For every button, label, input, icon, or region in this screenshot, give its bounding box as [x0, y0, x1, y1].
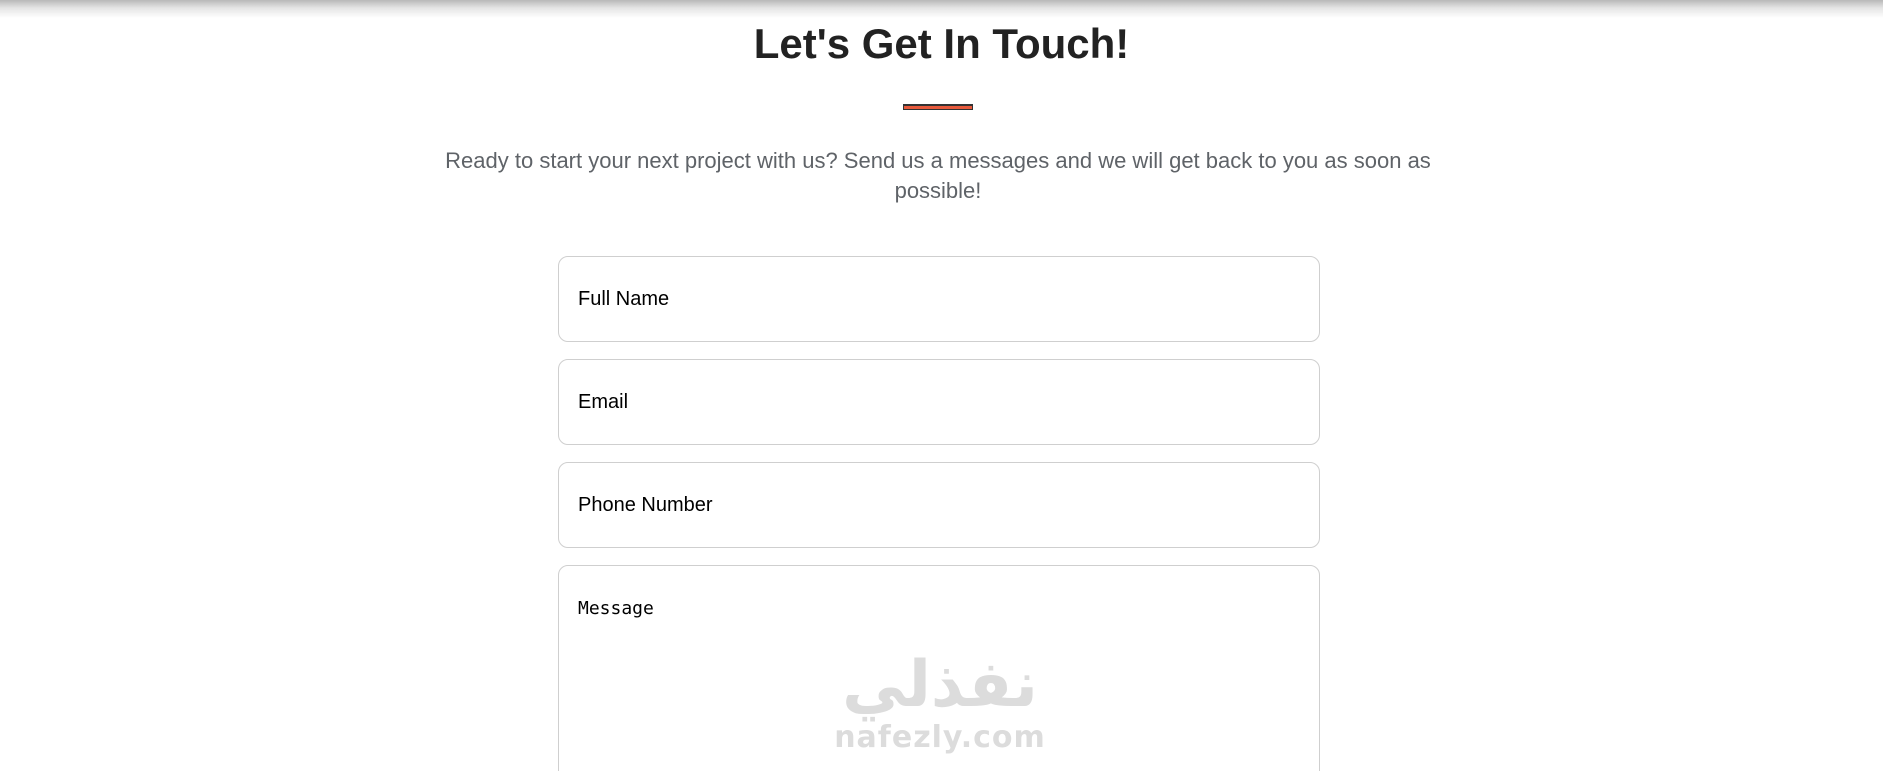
message-textarea[interactable] [558, 565, 1320, 771]
header-shadow [0, 0, 1883, 18]
email-input[interactable] [558, 359, 1320, 445]
page-subtitle: Ready to start your next project with us… [445, 148, 1431, 203]
contact-form [558, 256, 1320, 771]
full-name-input[interactable] [558, 256, 1320, 342]
page-title: Let's Get In Touch! [753, 20, 1130, 67]
contact-page: Let's Get In Touch! Ready to start your … [0, 0, 1883, 771]
phone-number-input[interactable] [558, 462, 1320, 548]
title-underline [903, 104, 973, 110]
